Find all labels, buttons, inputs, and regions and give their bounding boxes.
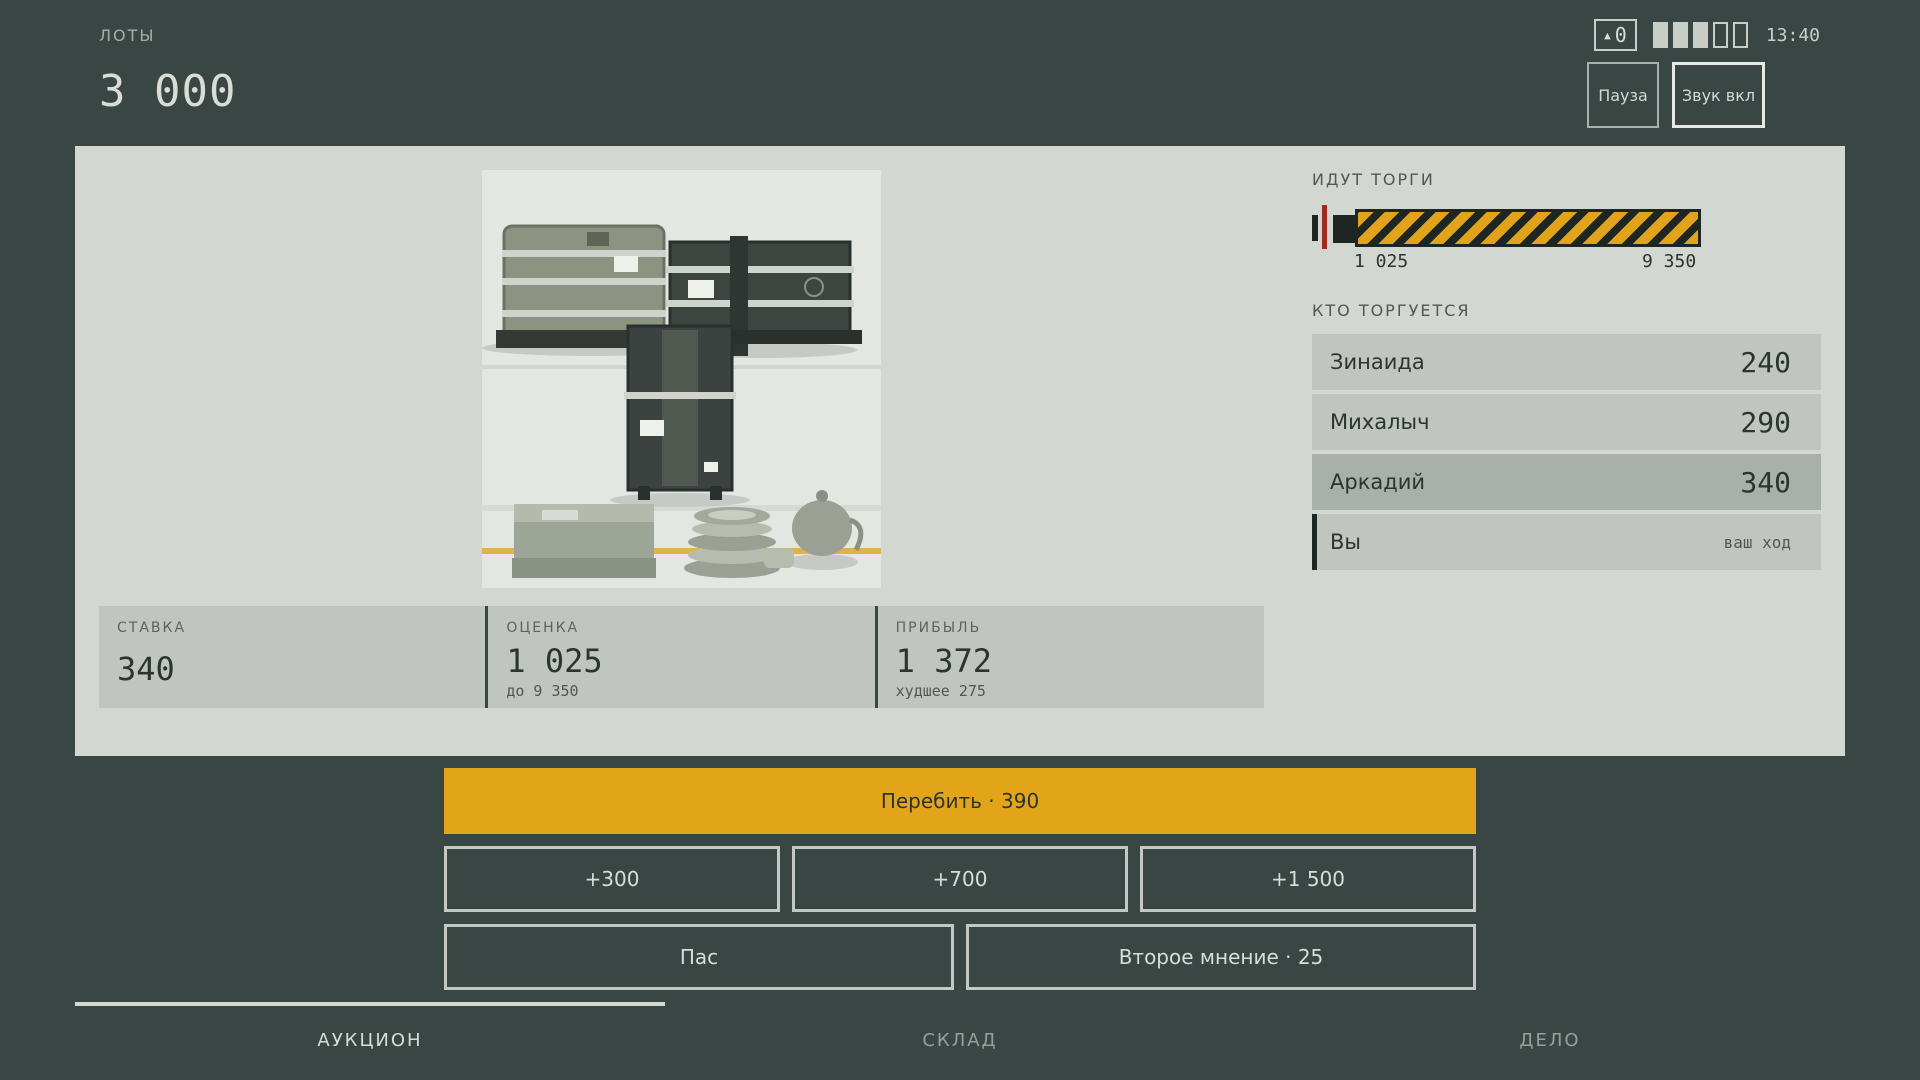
- stat-profit-sub: худшее 275: [895, 682, 986, 700]
- raise-700-button[interactable]: +700: [792, 846, 1128, 912]
- range-start-block: [1333, 215, 1355, 243]
- bidders-label: КТО ТОРГУЕТСЯ: [1312, 301, 1471, 320]
- stat-profit-label: ПРИБЫЛЬ: [895, 620, 982, 636]
- range-hazard-bar: [1355, 209, 1701, 247]
- battery-segment: [1692, 22, 1708, 48]
- range-max: 9 350: [1642, 251, 1697, 272]
- pass-button[interactable]: Пас: [444, 924, 954, 990]
- price-range-bar: [1312, 201, 1821, 251]
- stat-estimate: ОЦЕНКА 1 025 до 9 350: [488, 606, 878, 708]
- bidding-sidebar: ИДУТ ТОРГИ 1 025 9 350 КТО ТОРГУЕТСЯ Зин…: [1312, 170, 1821, 574]
- bidder-name: Зинаида: [1330, 350, 1425, 374]
- range-min: 1 025: [1354, 251, 1409, 272]
- pause-button[interactable]: Пауза: [1587, 62, 1659, 128]
- bidders-list: Зинаида 240 Михалыч 290 Аркадий 340 Вы в…: [1312, 334, 1821, 570]
- second-opinion-button[interactable]: Второе мнение · 25: [966, 924, 1476, 990]
- bidder-row: Зинаида 240: [1312, 334, 1821, 390]
- lot-image: [482, 170, 881, 588]
- counter-badge: ▲ 0: [1594, 19, 1637, 51]
- stat-estimate-value: 1 025: [506, 642, 603, 680]
- bidder-name: Вы: [1330, 530, 1361, 554]
- stat-bid-value: 340: [117, 650, 175, 688]
- stat-profit-value: 1 372: [895, 642, 992, 680]
- active-tab-indicator: [75, 1002, 665, 1006]
- bidder-amount: 290: [1740, 405, 1791, 439]
- range-start-cap: [1312, 215, 1318, 241]
- price-range-labels: 1 025 9 350: [1312, 251, 1821, 275]
- raise-300-button[interactable]: +300: [444, 846, 780, 912]
- stat-profit: ПРИБЫЛЬ 1 372 худшее 275: [877, 606, 1264, 708]
- bidder-amount: 340: [1740, 465, 1791, 499]
- stat-estimate-label: ОЦЕНКА: [506, 620, 580, 636]
- bidder-name: Аркадий: [1330, 470, 1426, 494]
- battery-segment: [1732, 22, 1748, 48]
- clock: 13:40: [1765, 24, 1820, 46]
- bidder-name: Михалыч: [1330, 410, 1430, 434]
- counter-value: 0: [1614, 23, 1627, 47]
- tab-auction[interactable]: АУКЦИОН: [220, 1030, 520, 1051]
- triangle-up-icon: ▲: [1604, 28, 1611, 42]
- outbid-button[interactable]: Перебить · 390: [444, 768, 1476, 834]
- lot-stats: СТАВКА 340 ОЦЕНКА 1 025 до 9 350 ПРИБЫЛЬ…: [99, 606, 1264, 708]
- battery-segment: [1672, 22, 1688, 48]
- bidder-row-player: Вы ваш ход: [1312, 514, 1821, 570]
- battery-indicator: [1652, 22, 1748, 48]
- battery-segment: [1652, 22, 1668, 48]
- tab-case[interactable]: ДЕЛО: [1400, 1030, 1700, 1051]
- stat-estimate-sub: до 9 350: [506, 682, 579, 700]
- turn-indicator: ваш ход: [1723, 532, 1791, 552]
- lots-label: ЛОТЫ: [99, 26, 156, 45]
- bidder-amount: 240: [1740, 345, 1791, 379]
- sound-toggle-button[interactable]: Звук вкл: [1672, 62, 1765, 128]
- auction-panel: СТАВКА 340 ОЦЕНКА 1 025 до 9 350 ПРИБЫЛЬ…: [75, 146, 1845, 756]
- stat-bid-label: СТАВКА: [117, 620, 187, 636]
- status-indicators: ▲ 0 13:40: [1594, 18, 1820, 52]
- current-bid-marker: [1322, 205, 1327, 249]
- bidder-row: Михалыч 290: [1312, 394, 1821, 450]
- raise-1500-button[interactable]: +1 500: [1140, 846, 1476, 912]
- stat-bid: СТАВКА 340: [99, 606, 489, 708]
- bidder-row-leading: Аркадий 340: [1312, 454, 1821, 510]
- tab-warehouse[interactable]: СКЛАД: [810, 1030, 1110, 1051]
- battery-segment: [1712, 22, 1728, 48]
- lots-count: 3 000: [99, 66, 237, 117]
- bidding-status-label: ИДУТ ТОРГИ: [1312, 170, 1435, 189]
